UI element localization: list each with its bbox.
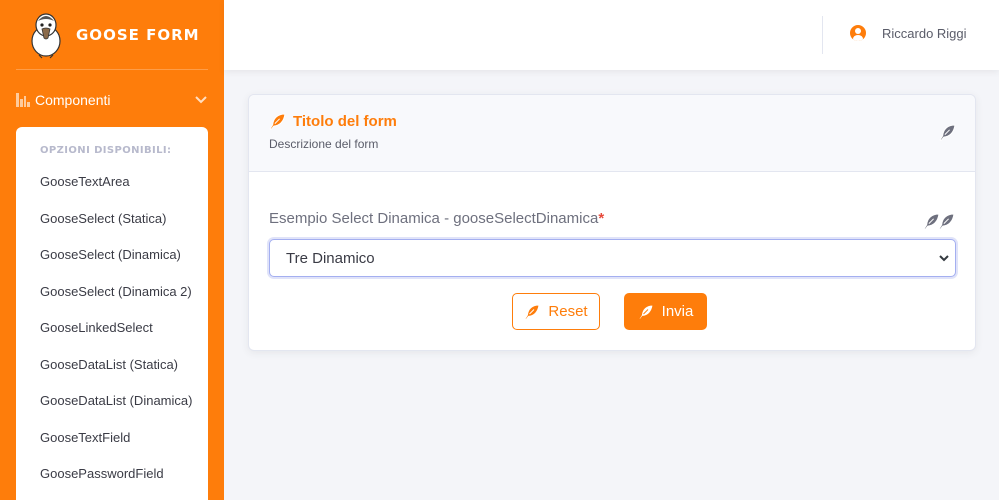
- user-name: Riccardo Riggi: [882, 25, 967, 41]
- field-feathers: [923, 213, 955, 230]
- brand[interactable]: GOOSE FORM: [0, 0, 224, 70]
- chevron-down-icon: [939, 255, 949, 262]
- card-title: Titolo del form: [269, 113, 955, 130]
- topbar: Riccardo Riggi: [224, 0, 999, 70]
- feather-icon: [524, 304, 540, 320]
- select-value: Tre Dinamico: [286, 249, 375, 267]
- sidebar-item-componenti[interactable]: Componenti: [0, 70, 224, 130]
- card-header: Titolo del form Descrizione del form: [249, 95, 975, 172]
- reset-button-label: Reset: [548, 303, 588, 320]
- submit-button[interactable]: Invia: [624, 293, 707, 330]
- submenu-item-gooselinkedselect[interactable]: GooseLinkedSelect: [16, 310, 208, 347]
- sidebar-item-label: Componenti: [35, 92, 111, 108]
- submit-button-label: Invia: [661, 303, 694, 320]
- submenu-header: OPZIONI DISPONIBILI:: [40, 145, 172, 156]
- reset-button[interactable]: Reset: [512, 293, 600, 330]
- dynamic-select[interactable]: Tre Dinamico: [269, 239, 956, 277]
- submenu: OPZIONI DISPONIBILI: GooseTextArea Goose…: [16, 127, 208, 500]
- user-circle-icon: [850, 25, 866, 41]
- topbar-divider: [822, 16, 823, 54]
- submenu-item-goosedatalist-statica[interactable]: GooseDataList (Statica): [16, 347, 208, 384]
- form-card: Titolo del form Descrizione del form Ese…: [248, 94, 976, 351]
- feather-icon[interactable]: [939, 124, 956, 141]
- sidebar: GOOSE FORM Componenti OPZIONI DISPONIBIL…: [0, 0, 224, 500]
- brand-name: GOOSE FORM: [76, 26, 200, 44]
- submenu-item-goosetextfield[interactable]: GooseTextField: [16, 420, 208, 457]
- feather-icon: [269, 113, 286, 130]
- divider: [16, 69, 208, 70]
- submenu-item-goosedatalist-dinamica[interactable]: GooseDataList (Dinamica): [16, 383, 208, 420]
- submenu-item-gooseselect-dinamica-2[interactable]: GooseSelect (Dinamica 2): [16, 274, 208, 311]
- submenu-item-gooseselect-statica[interactable]: GooseSelect (Statica): [16, 201, 208, 238]
- submenu-item-gooseselect-dinamica[interactable]: GooseSelect (Dinamica): [16, 237, 208, 274]
- chevron-down-icon: [195, 96, 207, 104]
- feather-icon: [638, 304, 654, 320]
- submenu-item-goosepasswordfield[interactable]: GoosePasswordField: [16, 456, 208, 493]
- card-description: Descrizione del form: [269, 137, 379, 151]
- field-label-text: Esempio Select Dinamica - gooseSelectDin…: [269, 210, 599, 227]
- user-menu[interactable]: Riccardo Riggi: [850, 25, 967, 41]
- chart-icon: [16, 93, 30, 107]
- submenu-item-goosetextarea[interactable]: GooseTextArea: [16, 164, 208, 201]
- feather-icon: [938, 213, 955, 230]
- goose-logo-icon: [31, 13, 61, 59]
- card-title-text: Titolo del form: [293, 113, 397, 130]
- required-mark: *: [598, 210, 605, 227]
- field-label: Esempio Select Dinamica - gooseSelectDin…: [269, 210, 604, 227]
